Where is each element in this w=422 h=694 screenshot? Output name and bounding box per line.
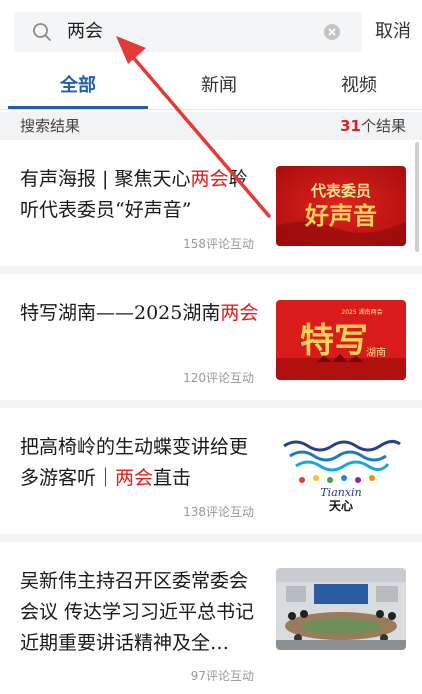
item-thumbnail: 代表委员 好声音 bbox=[276, 166, 406, 246]
list-item[interactable]: 特写湖南——2025湖南两会 120评论互动 2025 湖南两会 特写 湖南 bbox=[0, 274, 422, 408]
item-title: 有声海报 | 聚焦天心两会聆听代表委员“好声音” bbox=[20, 168, 248, 221]
tab-bar: 全部 新闻 视频 bbox=[0, 64, 422, 110]
tab-news[interactable]: 新闻 bbox=[179, 74, 259, 98]
item-thumbnail: 2025 湖南两会 特写 湖南 bbox=[276, 300, 406, 380]
search-icon bbox=[33, 23, 51, 41]
clear-icon[interactable] bbox=[323, 23, 341, 41]
svg-text:天心: 天心 bbox=[329, 499, 353, 513]
search-header: 两会 取消 bbox=[0, 0, 422, 64]
item-title: 特写湖南——2025湖南两会 bbox=[20, 302, 259, 324]
item-title: 吴新伟主持召开区委常委会会议 传达学习习近平总书记近期重要讲话精神及全… bbox=[20, 570, 255, 654]
item-meta: 120评论互动 bbox=[183, 371, 254, 385]
divider bbox=[0, 109, 422, 110]
item-title: 把高椅岭的生动蝶变讲给更多游客听｜两会直击 bbox=[20, 436, 249, 489]
result-count-number: 31 bbox=[340, 117, 361, 135]
item-meta: 97评论互动 bbox=[190, 669, 254, 683]
search-query[interactable]: 两会 bbox=[67, 20, 103, 44]
svg-text:代表委员: 代表委员 bbox=[310, 182, 371, 200]
svg-text:特写: 特写 bbox=[300, 321, 368, 361]
list-item[interactable]: 把高椅岭的生动蝶变讲给更多游客听｜两会直击 138评论互动 Tianxin 天心 bbox=[0, 408, 422, 542]
tab-video[interactable]: 视频 bbox=[319, 74, 399, 98]
svg-text:好声音: 好声音 bbox=[304, 201, 377, 230]
scrollbar[interactable] bbox=[415, 142, 419, 252]
item-meta: 138评论互动 bbox=[183, 505, 254, 519]
item-thumbnail bbox=[276, 568, 406, 650]
tab-all[interactable]: 全部 bbox=[38, 74, 118, 98]
item-meta: 158评论互动 bbox=[183, 237, 254, 251]
result-header: 搜索结果 31个结果 bbox=[0, 112, 422, 140]
result-count-suffix: 个结果 bbox=[360, 117, 406, 135]
svg-text:2025 湖南两会: 2025 湖南两会 bbox=[341, 308, 382, 316]
list-item[interactable]: 吴新伟主持召开区委常委会会议 传达学习习近平总书记近期重要讲话精神及全… 97评… bbox=[0, 542, 422, 694]
svg-text:湖南: 湖南 bbox=[366, 346, 386, 359]
cancel-button[interactable]: 取消 bbox=[375, 20, 411, 44]
item-thumbnail: Tianxin 天心 bbox=[276, 434, 406, 514]
list-item[interactable]: 有声海报 | 聚焦天心两会聆听代表委员“好声音” 158评论互动 代表委员 好声… bbox=[0, 140, 422, 274]
search-input[interactable]: 两会 bbox=[14, 12, 362, 52]
result-count: 31个结果 bbox=[340, 116, 406, 136]
svg-text:Tianxin: Tianxin bbox=[320, 486, 361, 499]
result-label: 搜索结果 bbox=[20, 117, 81, 135]
